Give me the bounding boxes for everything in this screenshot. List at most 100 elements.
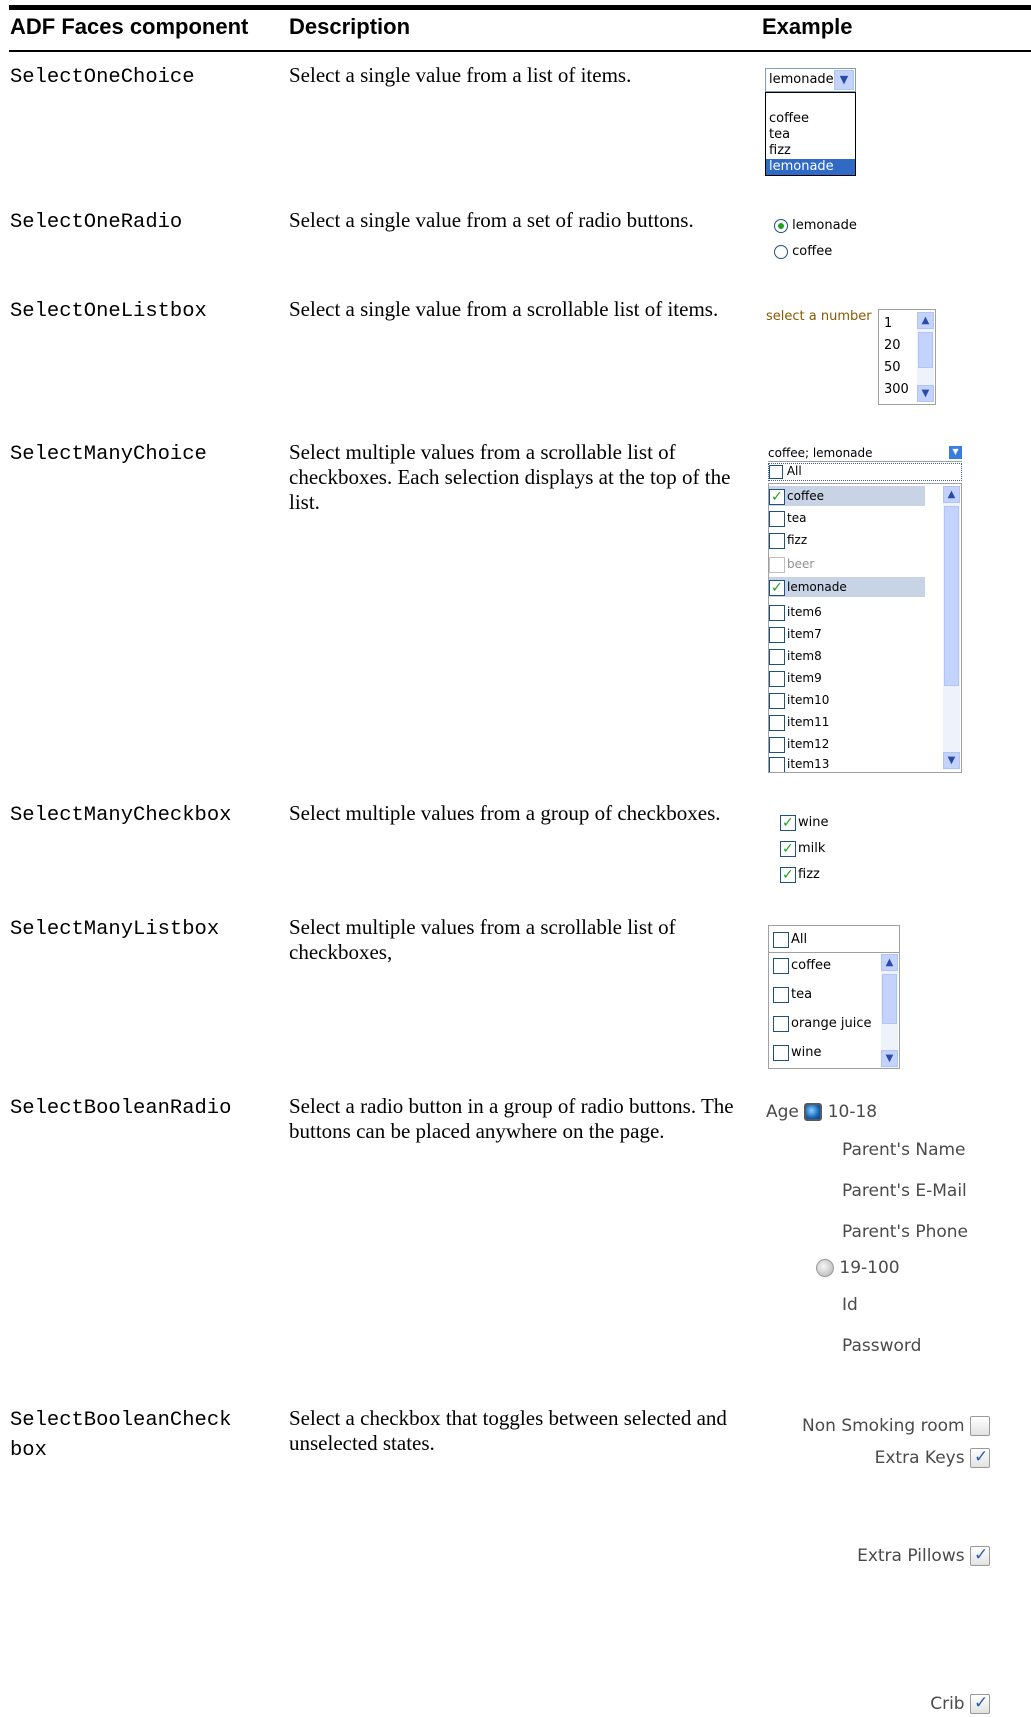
chevron-up-icon[interactable]: ▲ xyxy=(943,486,960,503)
list-item[interactable]: 20 xyxy=(884,338,901,353)
checkbox-icon[interactable] xyxy=(769,464,783,479)
chevron-down-icon[interactable]: ▼ xyxy=(949,446,962,459)
radio-option[interactable]: coffee xyxy=(774,242,832,262)
checkbox-checked-icon[interactable] xyxy=(780,839,796,859)
scroll-thumb[interactable] xyxy=(882,974,897,1024)
radio-selected-icon[interactable] xyxy=(804,1103,823,1121)
list-item[interactable]: 1 xyxy=(884,316,892,331)
checkbox-icon[interactable] xyxy=(769,532,785,549)
choice-select[interactable]: lemonade ▼ xyxy=(765,68,856,92)
checkbox-checked-icon[interactable] xyxy=(970,1447,990,1468)
checkbox-checked-icon[interactable] xyxy=(970,1693,990,1714)
select-all-label: All xyxy=(786,464,802,478)
list-item[interactable]: coffee xyxy=(769,486,925,507)
checkbox-checked-icon[interactable] xyxy=(970,1545,990,1566)
component-description: Select a checkbox that toggles between s… xyxy=(289,1406,727,1455)
component-name-line: box xyxy=(10,1439,47,1462)
list-item-disabled: beer xyxy=(769,554,814,574)
list-item[interactable]: tea xyxy=(769,508,806,528)
list-item[interactable]: orange juice xyxy=(773,1014,872,1034)
radio-selected-icon[interactable] xyxy=(774,218,788,233)
table-header-row: ADF Faces component Description Example xyxy=(0,14,1031,42)
field-label: Parent's Name xyxy=(842,1140,966,1160)
checkbox-icon[interactable] xyxy=(769,692,785,709)
scrollbar[interactable]: ▲ ▼ xyxy=(917,312,934,402)
checkbox-icon[interactable] xyxy=(769,756,785,772)
chevron-down-icon[interactable]: ▼ xyxy=(881,1050,898,1067)
listbox-label: select a number xyxy=(766,309,872,324)
list-item[interactable]: lemonade xyxy=(769,577,925,598)
many-choice-list: coffee tea fizz beer lemonade item6 item… xyxy=(768,483,962,773)
number-listbox[interactable]: 1 20 50 300 ▲ ▼ xyxy=(878,309,936,405)
checkbox-option[interactable]: fizz xyxy=(780,865,820,885)
list-item[interactable]: tea xyxy=(773,985,812,1005)
checkbox-icon[interactable] xyxy=(769,648,785,665)
checkbox-option[interactable]: Extra Pillows xyxy=(760,1545,990,1566)
radio-icon[interactable] xyxy=(816,1259,834,1277)
list-item[interactable]: fizz xyxy=(769,530,807,550)
checkbox-option[interactable]: Non Smoking room xyxy=(760,1416,990,1436)
chevron-up-icon[interactable]: ▲ xyxy=(917,312,934,329)
select-all-row[interactable]: All xyxy=(768,463,962,481)
checkbox-option[interactable]: wine xyxy=(780,813,828,833)
checkbox-option[interactable]: Crib xyxy=(760,1693,990,1714)
list-item-selected[interactable]: lemonade xyxy=(766,159,855,175)
select-all-row[interactable]: All xyxy=(773,930,807,950)
checkbox-option[interactable]: milk xyxy=(780,839,825,859)
checkbox-label: Extra Keys xyxy=(874,1448,965,1468)
checkbox-label: Non Smoking room xyxy=(802,1416,965,1436)
checkbox-icon[interactable] xyxy=(769,604,785,621)
list-item[interactable]: item12 xyxy=(769,734,829,754)
list-item[interactable]: item7 xyxy=(769,624,822,644)
chevron-down-icon[interactable]: ▼ xyxy=(834,70,854,90)
header-rule xyxy=(9,50,1031,52)
scroll-thumb[interactable] xyxy=(944,506,959,686)
checkbox-checked-icon[interactable] xyxy=(769,578,785,598)
checkbox-icon[interactable] xyxy=(769,626,785,643)
list-item[interactable]: item13 xyxy=(769,754,829,772)
example-select-one-choice: lemonade ▼ coffee tea fizz lemonade xyxy=(760,68,870,180)
list-item[interactable]: wine xyxy=(773,1043,821,1063)
scrollbar[interactable]: ▲ ▼ xyxy=(881,954,898,1068)
checkbox-icon[interactable] xyxy=(769,736,785,753)
checkbox-option[interactable]: Extra Keys xyxy=(760,1447,990,1468)
many-choice-field[interactable]: coffee; lemonade ▼ xyxy=(768,446,962,462)
component-description: Select multiple values from a group of c… xyxy=(289,801,721,825)
checkbox-icon[interactable] xyxy=(773,1015,789,1032)
checkbox-checked-icon[interactable] xyxy=(780,865,796,885)
checkbox-icon[interactable] xyxy=(769,714,785,731)
radio-option[interactable]: 19-100 xyxy=(816,1258,900,1278)
chevron-up-icon[interactable]: ▲ xyxy=(881,954,898,971)
header-example: Example xyxy=(762,14,853,39)
checkbox-icon[interactable] xyxy=(773,957,789,974)
radio-option[interactable]: lemonade xyxy=(774,216,857,236)
list-item[interactable]: 50 xyxy=(884,360,901,375)
list-item[interactable]: item11 xyxy=(769,712,829,732)
header-description: Description xyxy=(289,14,411,39)
checkbox-icon[interactable] xyxy=(773,1044,789,1061)
list-item[interactable]: item8 xyxy=(769,646,822,666)
checkbox-icon[interactable] xyxy=(970,1416,990,1436)
example-select-boolean-checkbox: Non Smoking room Extra Keys Extra Pillow… xyxy=(760,1416,990,1716)
chevron-down-icon[interactable]: ▼ xyxy=(943,752,960,769)
list-item[interactable]: tea xyxy=(769,127,855,143)
example-select-many-checkbox: wine milk fizz xyxy=(760,813,860,893)
list-item[interactable]: item10 xyxy=(769,690,829,710)
checkbox-icon[interactable] xyxy=(769,510,785,527)
list-item[interactable]: item6 xyxy=(769,602,822,622)
checkbox-checked-icon[interactable] xyxy=(769,487,785,507)
list-item[interactable]: coffee xyxy=(769,111,855,127)
checkbox-icon[interactable] xyxy=(769,670,785,687)
list-item[interactable]: fizz xyxy=(769,143,855,159)
chevron-down-icon[interactable]: ▼ xyxy=(917,385,934,402)
scrollbar[interactable]: ▲ ▼ xyxy=(943,486,960,770)
checkbox-checked-icon[interactable] xyxy=(780,813,796,833)
list-item[interactable]: 300 xyxy=(884,382,909,397)
component-description: Select a single value from a scrollable … xyxy=(289,297,719,321)
list-item[interactable]: item9 xyxy=(769,668,822,688)
scroll-thumb[interactable] xyxy=(918,332,933,368)
checkbox-icon[interactable] xyxy=(773,986,789,1003)
checkbox-icon[interactable] xyxy=(773,931,789,948)
list-item[interactable]: coffee xyxy=(773,956,831,976)
radio-icon[interactable] xyxy=(774,244,788,259)
